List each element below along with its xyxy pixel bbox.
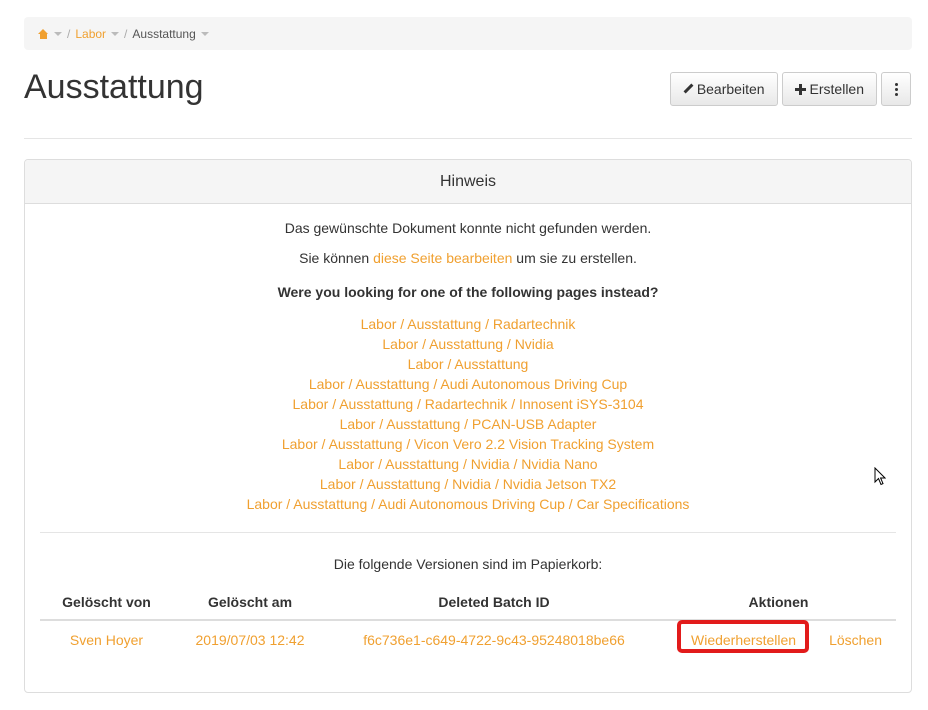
suggestion-link[interactable]: Labor / Ausstattung / PCAN-USB Adapter: [25, 414, 911, 434]
delete-link[interactable]: Löschen: [829, 632, 882, 648]
table-row: Sven Hoyer 2019/07/03 12:42 f6c736e1-c64…: [40, 620, 896, 659]
create-button[interactable]: Erstellen: [781, 72, 877, 106]
table-header: Gelöscht von Gelöscht am Deleted Batch I…: [40, 585, 896, 621]
breadcrumb-link-labor[interactable]: Labor: [75, 27, 106, 41]
more-actions-button[interactable]: [881, 72, 911, 106]
suggestions-list: Labor / Ausstattung / Radartechnik Labor…: [25, 314, 911, 514]
batch-id-link[interactable]: f6c736e1-c649-4722-9c43-95248018be66: [363, 632, 625, 648]
row-actions: Wiederherstellen Löschen: [661, 620, 896, 653]
column-header-deleted-by: Gelöscht von: [62, 594, 151, 610]
trash-info: Die folgende Versionen sind im Papierkor…: [333, 556, 603, 572]
breadcrumb-home[interactable]: [38, 28, 62, 39]
suggestion-link[interactable]: Labor / Ausstattung / Audi Autonomous Dr…: [25, 374, 911, 394]
column-header-actions: Aktionen: [748, 594, 809, 610]
trash-table: Gelöscht von Gelöscht am Deleted Batch I…: [40, 585, 896, 659]
column-header-batch-id: Deleted Batch ID: [438, 594, 550, 610]
suggestion-link[interactable]: Labor / Ausstattung / Radartechnik / Inn…: [25, 394, 911, 414]
page-toolbar: Bearbeiten Erstellen: [669, 72, 911, 106]
edit-hint-prefix: Sie können: [299, 250, 370, 266]
suggestion-link[interactable]: Labor / Ausstattung / Audi Autonomous Dr…: [25, 494, 911, 514]
edit-hint: Sie können diese Seite bearbeiten um sie…: [25, 250, 911, 266]
deleted-at-link[interactable]: 2019/07/03 12:42: [196, 632, 305, 648]
page-title: Ausstattung: [24, 68, 204, 106]
home-icon[interactable]: [38, 28, 49, 39]
restore-link[interactable]: Wiederherstellen: [691, 632, 796, 648]
edit-hint-suffix: um sie zu erstellen.: [516, 250, 637, 266]
suggestion-link[interactable]: Labor / Ausstattung / Vicon Vero 2.2 Vis…: [25, 434, 911, 454]
suggestion-link[interactable]: Labor / Ausstattung / Nvidia: [25, 334, 911, 354]
mouse-cursor-icon: [874, 467, 886, 486]
suggestion-link[interactable]: Labor / Ausstattung / Radartechnik: [25, 314, 911, 334]
notice-heading: Hinweis: [25, 160, 911, 204]
breadcrumb-item-current[interactable]: Ausstattung: [132, 26, 209, 41]
panel-divider: [40, 532, 896, 533]
edit-button[interactable]: Bearbeiten: [669, 72, 778, 106]
notice-panel: Hinweis Das gewünschte Dokument konnte n…: [24, 159, 912, 693]
breadcrumb-separator: /: [67, 26, 71, 41]
chevron-down-icon[interactable]: [111, 31, 120, 36]
not-found-message: Das gewünschte Dokument konnte nicht gef…: [284, 220, 652, 236]
breadcrumb-item-labor[interactable]: Labor: [75, 27, 120, 41]
header-divider: [24, 138, 912, 139]
pencil-icon: [683, 84, 693, 94]
chevron-down-icon[interactable]: [54, 31, 62, 36]
deleted-by-link[interactable]: Sven Hoyer: [70, 632, 143, 648]
breadcrumb: / Labor / Ausstattung: [24, 17, 912, 50]
edit-page-link[interactable]: diese Seite bearbeiten: [373, 250, 512, 266]
chevron-down-icon[interactable]: [200, 31, 209, 36]
breadcrumb-separator: /: [124, 26, 128, 41]
column-header-deleted-at: Gelöscht am: [207, 594, 293, 610]
breadcrumb-current: Ausstattung: [132, 26, 196, 41]
create-button-label: Erstellen: [809, 81, 864, 97]
edit-button-label: Bearbeiten: [696, 81, 765, 97]
suggestions-question: Were you looking for one of the followin…: [277, 284, 659, 300]
suggestion-link[interactable]: Labor / Ausstattung: [25, 354, 911, 374]
suggestion-link[interactable]: Labor / Ausstattung / Nvidia / Nvidia Na…: [25, 454, 911, 474]
more-vertical-icon: [894, 82, 898, 96]
suggestion-link[interactable]: Labor / Ausstattung / Nvidia / Nvidia Je…: [25, 474, 911, 494]
plus-icon: [794, 83, 806, 95]
